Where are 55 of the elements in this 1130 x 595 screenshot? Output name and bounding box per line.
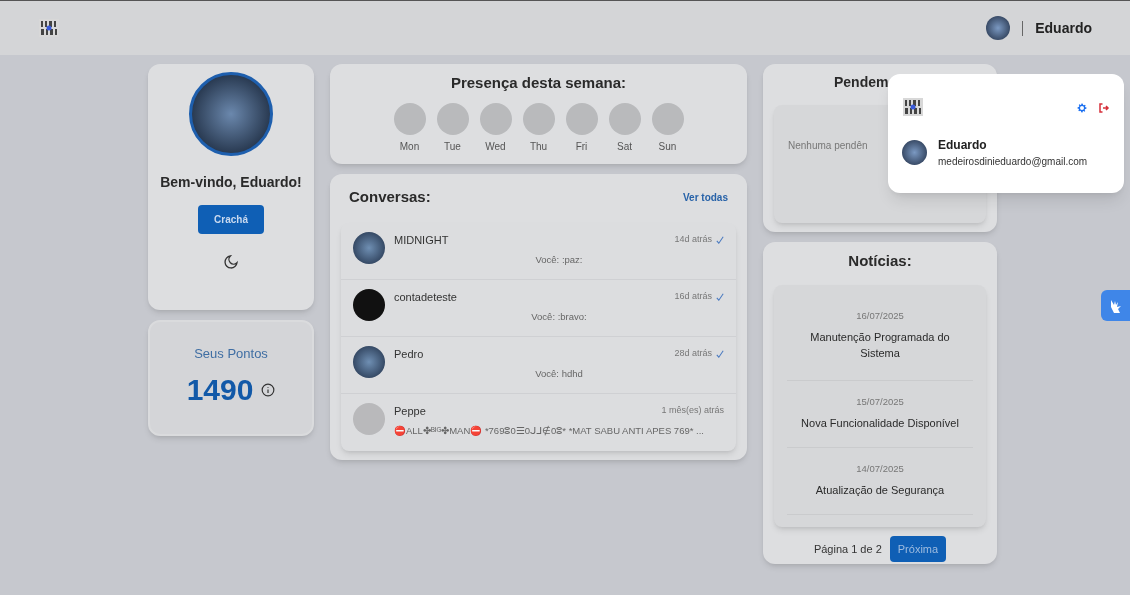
day-label: Sun <box>658 139 677 154</box>
day-label: Wed <box>485 139 506 154</box>
day-label: Fri <box>575 139 588 154</box>
day-label: Tue <box>444 139 461 154</box>
message-time: 28d atrás <box>674 347 712 360</box>
contact-name: Peppe <box>394 403 426 419</box>
message-time: 1 mês(es) atrás <box>661 404 724 417</box>
logout-icon[interactable] <box>1098 102 1110 114</box>
message-time: 16d atrás <box>674 290 712 303</box>
points-value: 1490 <box>186 372 254 409</box>
conversation-item[interactable]: MIDNIGHT 14d atrás Você: :paz: <box>341 222 736 280</box>
news-title: Notícias: <box>848 251 912 271</box>
day-label: Sat <box>617 139 632 154</box>
news-date: 14/07/2025 <box>856 461 904 476</box>
contact-name: Pedro <box>394 346 424 362</box>
info-icon[interactable] <box>261 382 276 397</box>
accessibility-button[interactable] <box>1101 290 1130 321</box>
message-preview: ⛔ALL✤ᴮᴵᴳ✤MAN⛔ *769ⵓ0☰0ᒍᒧ∉0ⵓ* *MAT SABU ANTI APES 769* ... <box>394 424 705 438</box>
news-headline[interactable]: Atualização de Segurança <box>805 481 955 498</box>
news-date: 16/07/2025 <box>856 308 904 323</box>
avatar-photo <box>353 345 385 378</box>
user-menu-email: medeirosdinieduardo@gmail.com <box>938 155 1088 169</box>
conversation-item[interactable]: Peppe 1 mês(es) atrás ⛔ALL✤ᴮᴵᴳ✤MAN⛔ *769ⵓ0☰0ᒍᒧ∉0ⵓ* *MAT SABU ANTI APES 769* ... <box>341 393 736 451</box>
user-name[interactable]: Eduardo <box>1035 18 1092 38</box>
contact-name: contadeteste <box>394 289 457 305</box>
default-avatar <box>353 402 385 435</box>
user-avatar[interactable] <box>986 16 1011 40</box>
settings-icon[interactable] <box>1076 102 1088 114</box>
day-label: Thu <box>529 139 548 154</box>
welcome-heading: Bem-vindo, Eduardo! <box>160 173 302 192</box>
conversation-item[interactable]: contadeteste 16d atrás Você: :bravo: <box>341 279 736 337</box>
page-info: Página 1 de 2 <box>813 541 882 557</box>
user-menu-avatar <box>902 140 927 165</box>
conversations-title: Conversas: <box>349 187 431 207</box>
avatar-photo <box>353 231 385 264</box>
see-all-link[interactable]: Ver todas <box>682 189 728 205</box>
conversation-item[interactable]: Pedro 28d atrás Você: hdhd <box>341 336 736 394</box>
news-date: 15/07/2025 <box>856 394 904 409</box>
contact-name: MIDNIGHT <box>394 232 449 248</box>
news-headline[interactable]: Manutenção Programada do Sistema <box>787 328 973 361</box>
message-time: 14d atrás <box>674 233 712 246</box>
pending-title: Pendem <box>833 73 890 92</box>
moon-icon[interactable] <box>223 254 239 270</box>
presence-title: Presença desta semana: <box>450 73 627 93</box>
message-preview: Você: :paz: <box>534 253 584 267</box>
logo-icon <box>902 96 924 118</box>
user-menu-name: Eduardo <box>938 137 988 154</box>
message-preview: Você: hdhd <box>534 367 584 381</box>
pending-empty-text: Nenhuma pendên <box>788 140 868 151</box>
points-label: Seus Pontos <box>194 344 268 363</box>
avatar-photo <box>353 288 385 321</box>
news-headline[interactable]: Nova Funcionalidade Disponível <box>791 414 969 431</box>
day-label: Mon <box>399 139 420 154</box>
message-preview: Você: :bravo: <box>530 310 588 324</box>
badge-button[interactable]: Crachá <box>198 205 264 234</box>
